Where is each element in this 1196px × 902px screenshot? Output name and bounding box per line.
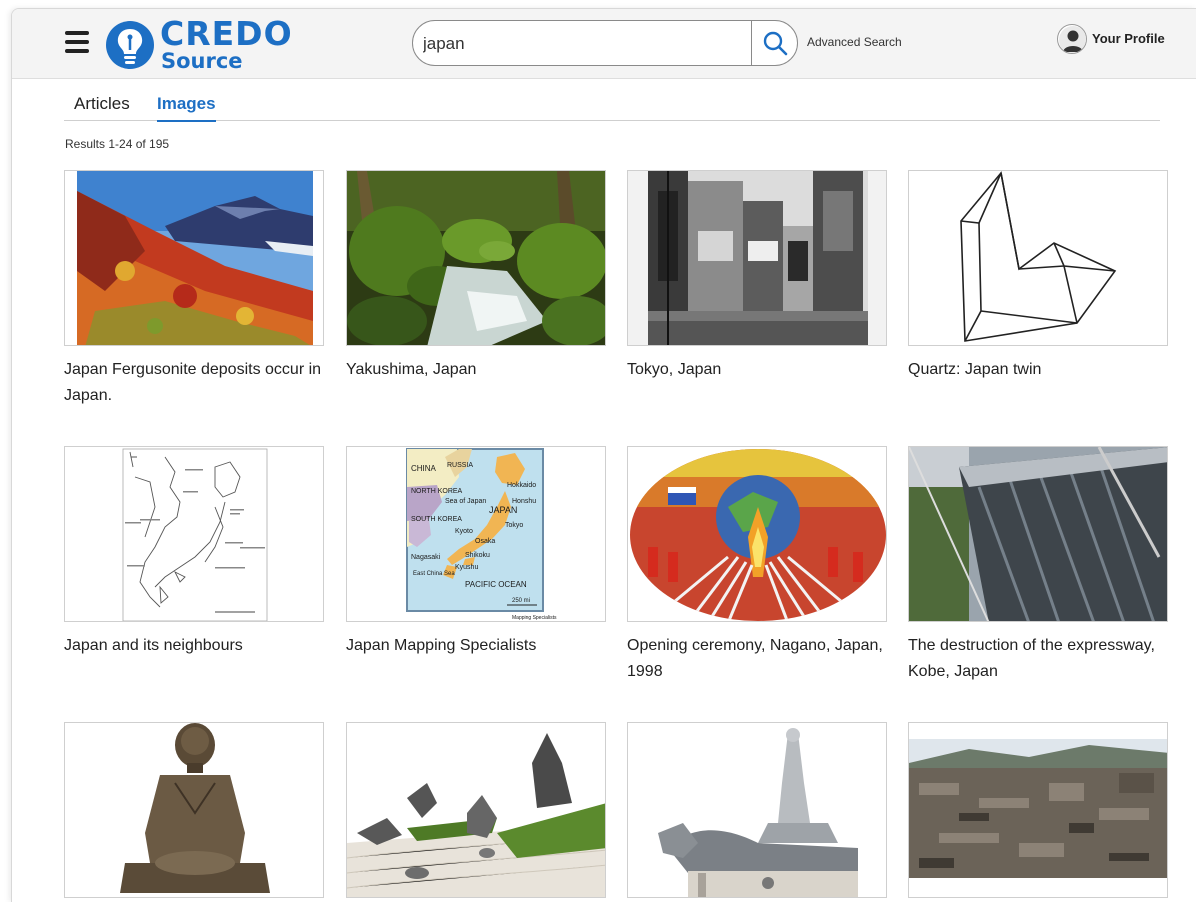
kobe-expressway-image bbox=[909, 447, 1167, 621]
site-header: CREDO Source Advanced Search Your P bbox=[12, 9, 1196, 79]
image-thumbnail[interactable] bbox=[908, 722, 1168, 898]
map-label: Tokyo bbox=[505, 522, 523, 529]
image-caption[interactable]: Japan Mapping Specialists bbox=[346, 633, 606, 659]
results-count: Results 1-24 of 195 bbox=[65, 137, 170, 151]
map-label: CHINA bbox=[411, 464, 437, 473]
search-button[interactable] bbox=[751, 21, 797, 65]
map-label: RUSSIA bbox=[447, 462, 473, 469]
image-thumbnail[interactable]: CHINA RUSSIA NORTH KOREA SOUTH KOREA Sea… bbox=[346, 446, 606, 622]
image-caption[interactable]: Japan and its neighbours bbox=[64, 633, 324, 659]
image-caption[interactable]: Tokyo, Japan bbox=[627, 357, 887, 383]
image-thumbnail[interactable] bbox=[908, 446, 1168, 622]
forest-stream-image bbox=[347, 171, 605, 345]
image-result[interactable]: CHINA RUSSIA NORTH KOREA SOUTH KOREA Sea… bbox=[346, 446, 606, 659]
map-label: Osaka bbox=[475, 538, 495, 545]
image-result[interactable]: Quartz: Japan twin bbox=[908, 170, 1168, 383]
image-caption[interactable]: The destruction of the expressway, Kobe,… bbox=[908, 633, 1168, 685]
image-thumbnail[interactable] bbox=[908, 170, 1168, 346]
image-result[interactable] bbox=[627, 722, 887, 898]
tab-articles[interactable]: Articles bbox=[74, 94, 130, 120]
image-thumbnail[interactable] bbox=[627, 722, 887, 898]
buddha-statue-image bbox=[65, 723, 323, 897]
image-caption[interactable]: Japan Fergusonite deposits occur in Japa… bbox=[64, 357, 324, 409]
disaster-debris-image bbox=[909, 723, 1167, 897]
quartz-twin-diagram bbox=[909, 171, 1167, 345]
image-thumbnail[interactable] bbox=[346, 722, 606, 898]
result-tabs: Articles Images bbox=[64, 89, 1160, 122]
map-label: SOUTH KOREA bbox=[411, 516, 462, 523]
avatar-icon bbox=[1057, 24, 1087, 54]
autumn-mountain-image bbox=[65, 171, 323, 345]
japan-color-map: CHINA RUSSIA NORTH KOREA SOUTH KOREA Sea… bbox=[347, 447, 605, 621]
map-label: PACIFIC OCEAN bbox=[465, 580, 527, 589]
search-box bbox=[412, 20, 798, 66]
map-label: Honshu bbox=[512, 498, 536, 505]
image-result[interactable]: Japan and its neighbours bbox=[64, 446, 324, 659]
map-label: 250 mi bbox=[512, 598, 530, 604]
image-result[interactable] bbox=[64, 722, 324, 898]
tokyo-street-image bbox=[628, 171, 886, 345]
lightbulb-logo-icon bbox=[106, 21, 154, 69]
tab-images[interactable]: Images bbox=[157, 94, 216, 122]
map-label: JAPAN bbox=[489, 505, 517, 515]
nagano-ceremony-image bbox=[628, 447, 886, 621]
map-label: Hokkaido bbox=[507, 482, 536, 489]
statue-temple-image bbox=[628, 723, 886, 897]
map-label: NORTH KOREA bbox=[411, 488, 463, 495]
image-result[interactable] bbox=[346, 722, 606, 898]
image-thumbnail[interactable] bbox=[346, 170, 606, 346]
image-result[interactable]: Opening ceremony, Nagano, Japan, 1998 bbox=[627, 446, 887, 685]
map-label: East China Sea bbox=[413, 571, 455, 577]
credo-logo[interactable]: CREDO Source bbox=[105, 14, 295, 73]
image-thumbnail[interactable] bbox=[64, 446, 324, 622]
image-result[interactable]: The destruction of the expressway, Kobe,… bbox=[908, 446, 1168, 685]
zen-garden-image bbox=[347, 723, 605, 897]
image-caption[interactable]: Yakushima, Japan bbox=[346, 357, 606, 383]
map-label: Mapping Specialists bbox=[512, 615, 557, 621]
search-input[interactable] bbox=[423, 32, 743, 56]
advanced-search-link[interactable]: Advanced Search bbox=[807, 35, 902, 49]
image-thumbnail[interactable] bbox=[627, 446, 887, 622]
map-label: Nagasaki bbox=[411, 554, 441, 561]
search-icon bbox=[763, 31, 788, 56]
map-label: Kyoto bbox=[455, 528, 473, 535]
image-thumbnail[interactable] bbox=[64, 722, 324, 898]
logo-source-text: Source bbox=[161, 49, 243, 73]
image-result[interactable]: Yakushima, Japan bbox=[346, 170, 606, 383]
map-label: Kyushu bbox=[455, 564, 478, 571]
image-caption[interactable]: Opening ceremony, Nagano, Japan, 1998 bbox=[627, 633, 887, 685]
logo-credo-text: CREDO bbox=[160, 14, 293, 53]
japan-outline-map bbox=[65, 447, 323, 621]
profile-label: Your Profile bbox=[1092, 31, 1165, 46]
map-label: Shikoku bbox=[465, 552, 490, 559]
image-thumbnail[interactable] bbox=[64, 170, 324, 346]
map-label: Sea of Japan bbox=[445, 498, 486, 505]
menu-icon[interactable] bbox=[65, 31, 89, 53]
image-caption[interactable]: Quartz: Japan twin bbox=[908, 357, 1168, 383]
image-result[interactable]: Japan Fergusonite deposits occur in Japa… bbox=[64, 170, 324, 409]
image-thumbnail[interactable] bbox=[627, 170, 887, 346]
image-result[interactable]: Tokyo, Japan bbox=[627, 170, 887, 383]
browser-window: CREDO Source Advanced Search Your P bbox=[11, 8, 1196, 902]
image-result[interactable] bbox=[908, 722, 1168, 898]
